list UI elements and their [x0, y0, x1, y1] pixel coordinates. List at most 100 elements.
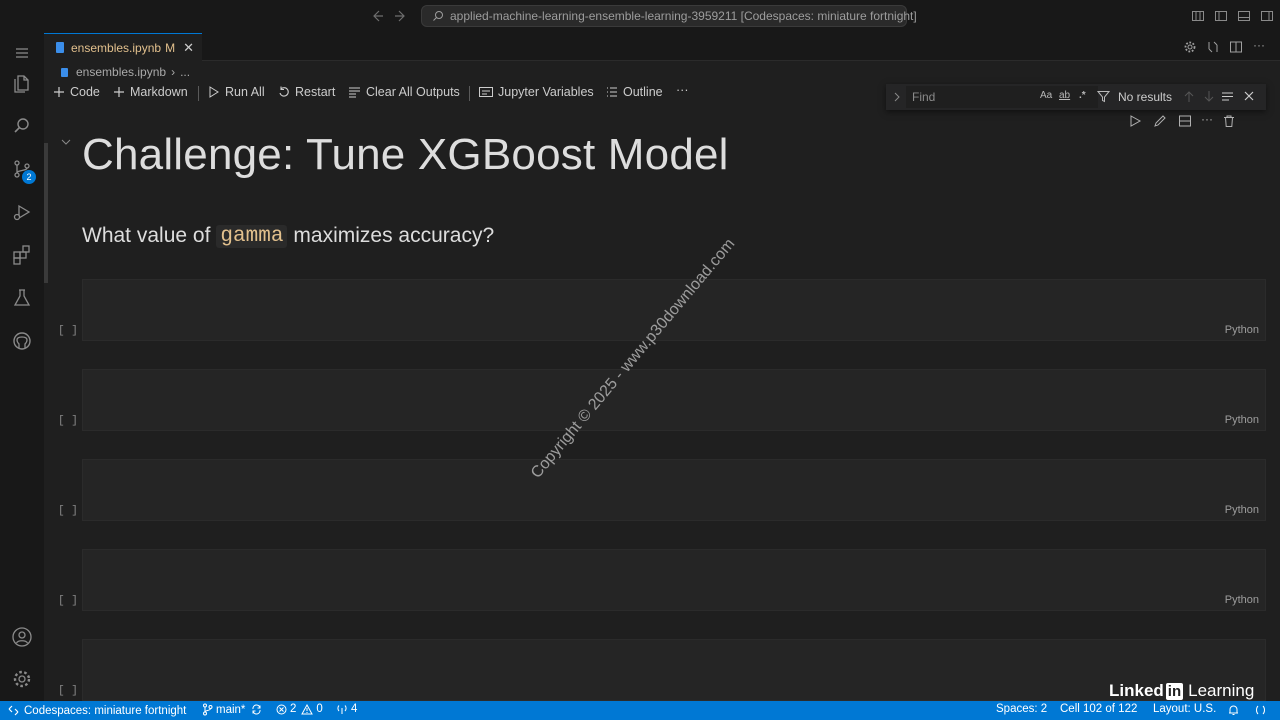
warning-icon	[301, 703, 314, 714]
github-icon[interactable]	[10, 329, 34, 353]
problems-indicator[interactable]: 2 0	[276, 703, 323, 715]
restart-label: Restart	[295, 85, 336, 99]
variables-icon	[479, 86, 493, 98]
markdown-label: Markdown	[130, 85, 188, 99]
keyboard-layout-indicator[interactable]: Layout: U.S.	[1153, 703, 1216, 715]
run-debug-icon[interactable]	[10, 200, 34, 224]
question-text-before: What value of	[82, 224, 211, 247]
markdown-heading: Challenge: Tune XGBoost Model	[82, 130, 729, 179]
remote-icon	[8, 705, 19, 716]
toolbar-divider	[198, 86, 199, 101]
breadcrumb-more[interactable]: ...	[180, 65, 190, 79]
cell-language[interactable]: Python	[1225, 594, 1259, 606]
brand-linked: Linked	[1109, 681, 1164, 700]
restart-button[interactable]: Restart	[278, 85, 335, 99]
forward-arrow-icon[interactable]	[393, 8, 409, 24]
remote-indicator[interactable]: Codespaces: miniature fortnight	[0, 701, 197, 720]
delete-trash-icon[interactable]	[1222, 114, 1236, 128]
command-center-label: applied-machine-learning-ensemble-learni…	[450, 9, 917, 23]
find-in-selection-icon[interactable]	[1221, 90, 1234, 103]
git-branch-icon	[203, 703, 213, 716]
gear-icon[interactable]	[1183, 40, 1197, 54]
explorer-icon[interactable]	[10, 71, 34, 95]
code-cell[interactable]: Python	[82, 369, 1266, 431]
edit-pencil-icon[interactable]	[1153, 114, 1167, 128]
clear-all-icon	[348, 86, 361, 98]
cell-language[interactable]: Python	[1225, 504, 1259, 516]
status-bar: Codespaces: miniature fortnight main* 2 …	[0, 701, 1280, 720]
plus-icon	[53, 86, 65, 98]
code-label: Code	[70, 85, 100, 99]
command-center[interactable]: applied-machine-learning-ensemble-learni…	[421, 5, 917, 27]
toggle-secondary-sidebar-icon[interactable]	[1260, 9, 1274, 23]
execution-count: [ ]	[58, 505, 78, 517]
markdown-question: What value of gamma maximizes accuracy?	[82, 224, 494, 248]
code-cell[interactable]: Python	[82, 549, 1266, 611]
extensions-icon[interactable]	[10, 243, 34, 267]
toggle-panel-icon[interactable]	[1237, 9, 1251, 23]
notebook-file-icon	[56, 42, 64, 53]
filter-icon[interactable]	[1097, 90, 1110, 103]
match-case-toggle[interactable]: Aa	[1040, 90, 1052, 101]
run-all-label: Run All	[225, 85, 265, 99]
title-bar: applied-machine-learning-ensemble-learni…	[0, 0, 1280, 33]
previous-match-icon[interactable]	[1183, 90, 1195, 103]
settings-gear-icon[interactable]	[10, 667, 34, 691]
outline-button[interactable]: Outline	[606, 85, 663, 99]
copilot-icon[interactable]	[1255, 704, 1269, 716]
search-icon[interactable]	[10, 114, 34, 138]
cell-language[interactable]: Python	[1225, 414, 1259, 426]
code-cell[interactable]: Python	[82, 459, 1266, 521]
outline-icon	[606, 86, 618, 98]
branch-indicator[interactable]: main*	[202, 703, 265, 716]
account-icon[interactable]	[10, 625, 34, 649]
testing-icon[interactable]	[10, 286, 34, 310]
cell-more-icon[interactable]: ···	[1201, 112, 1215, 126]
jupyter-variables-button[interactable]: Jupyter Variables	[479, 85, 594, 99]
run-cell-icon[interactable]	[1128, 114, 1142, 128]
next-match-icon[interactable]	[1203, 90, 1215, 103]
whole-word-toggle[interactable]: ab	[1059, 90, 1070, 101]
more-actions-icon[interactable]: ···	[1253, 38, 1267, 52]
add-markdown-cell-button[interactable]: Markdown	[113, 85, 188, 99]
customize-layout-icon[interactable]	[1191, 9, 1205, 23]
copyright-watermark: Copyright © 2025 - www.p30download.com	[527, 235, 739, 482]
bell-icon[interactable]	[1228, 704, 1242, 716]
close-icon[interactable]: ✕	[183, 40, 194, 56]
ports-antenna-icon	[337, 704, 347, 714]
sync-icon[interactable]	[251, 704, 265, 715]
clear-all-outputs-label: Clear All Outputs	[366, 85, 460, 99]
run-all-button[interactable]: Run All	[208, 85, 265, 99]
split-cell-icon[interactable]	[1178, 114, 1192, 128]
jupyter-variables-label: Jupyter Variables	[498, 85, 594, 99]
clear-all-outputs-button[interactable]: Clear All Outputs	[348, 85, 460, 99]
activity-bar: 2	[0, 33, 48, 701]
chevron-down-icon[interactable]	[60, 136, 72, 148]
execution-count: [ ]	[58, 685, 78, 697]
more-toolbar-button[interactable]: ···	[676, 83, 689, 97]
back-arrow-icon[interactable]	[369, 8, 385, 24]
regex-toggle[interactable]: .*	[1079, 90, 1086, 101]
tab-modified-indicator: M	[165, 40, 176, 55]
cell-language[interactable]: Python	[1225, 324, 1259, 336]
brand-learning: Learning	[1188, 681, 1255, 700]
toggle-sidebar-icon[interactable]	[1214, 9, 1228, 23]
add-code-cell-button[interactable]: Code	[53, 85, 100, 99]
breadcrumb-file[interactable]: ensembles.ipynb	[76, 65, 166, 79]
chevron-right-icon[interactable]	[892, 91, 902, 103]
open-changes-icon[interactable]	[1206, 40, 1220, 54]
linkedin-learning-logo: Linked in Learning	[1109, 681, 1254, 701]
source-control-badge: 2	[22, 170, 36, 184]
ports-indicator[interactable]: 4	[336, 703, 357, 715]
indentation-indicator[interactable]: Spaces: 2	[996, 703, 1047, 715]
split-editor-icon[interactable]	[1229, 40, 1243, 54]
cell-position-indicator[interactable]: Cell 102 of 122	[1060, 703, 1137, 715]
close-icon[interactable]	[1243, 90, 1255, 102]
find-widget: Aa ab .* No results	[886, 84, 1266, 110]
warning-count: 0	[316, 703, 323, 715]
menu-icon[interactable]	[10, 41, 34, 65]
tab-ensembles-ipynb[interactable]: ensembles.ipynb M ✕	[44, 33, 202, 61]
code-cell[interactable]	[82, 639, 1266, 701]
scrollbar-thumb[interactable]	[44, 143, 48, 283]
execution-count: [ ]	[58, 595, 78, 607]
